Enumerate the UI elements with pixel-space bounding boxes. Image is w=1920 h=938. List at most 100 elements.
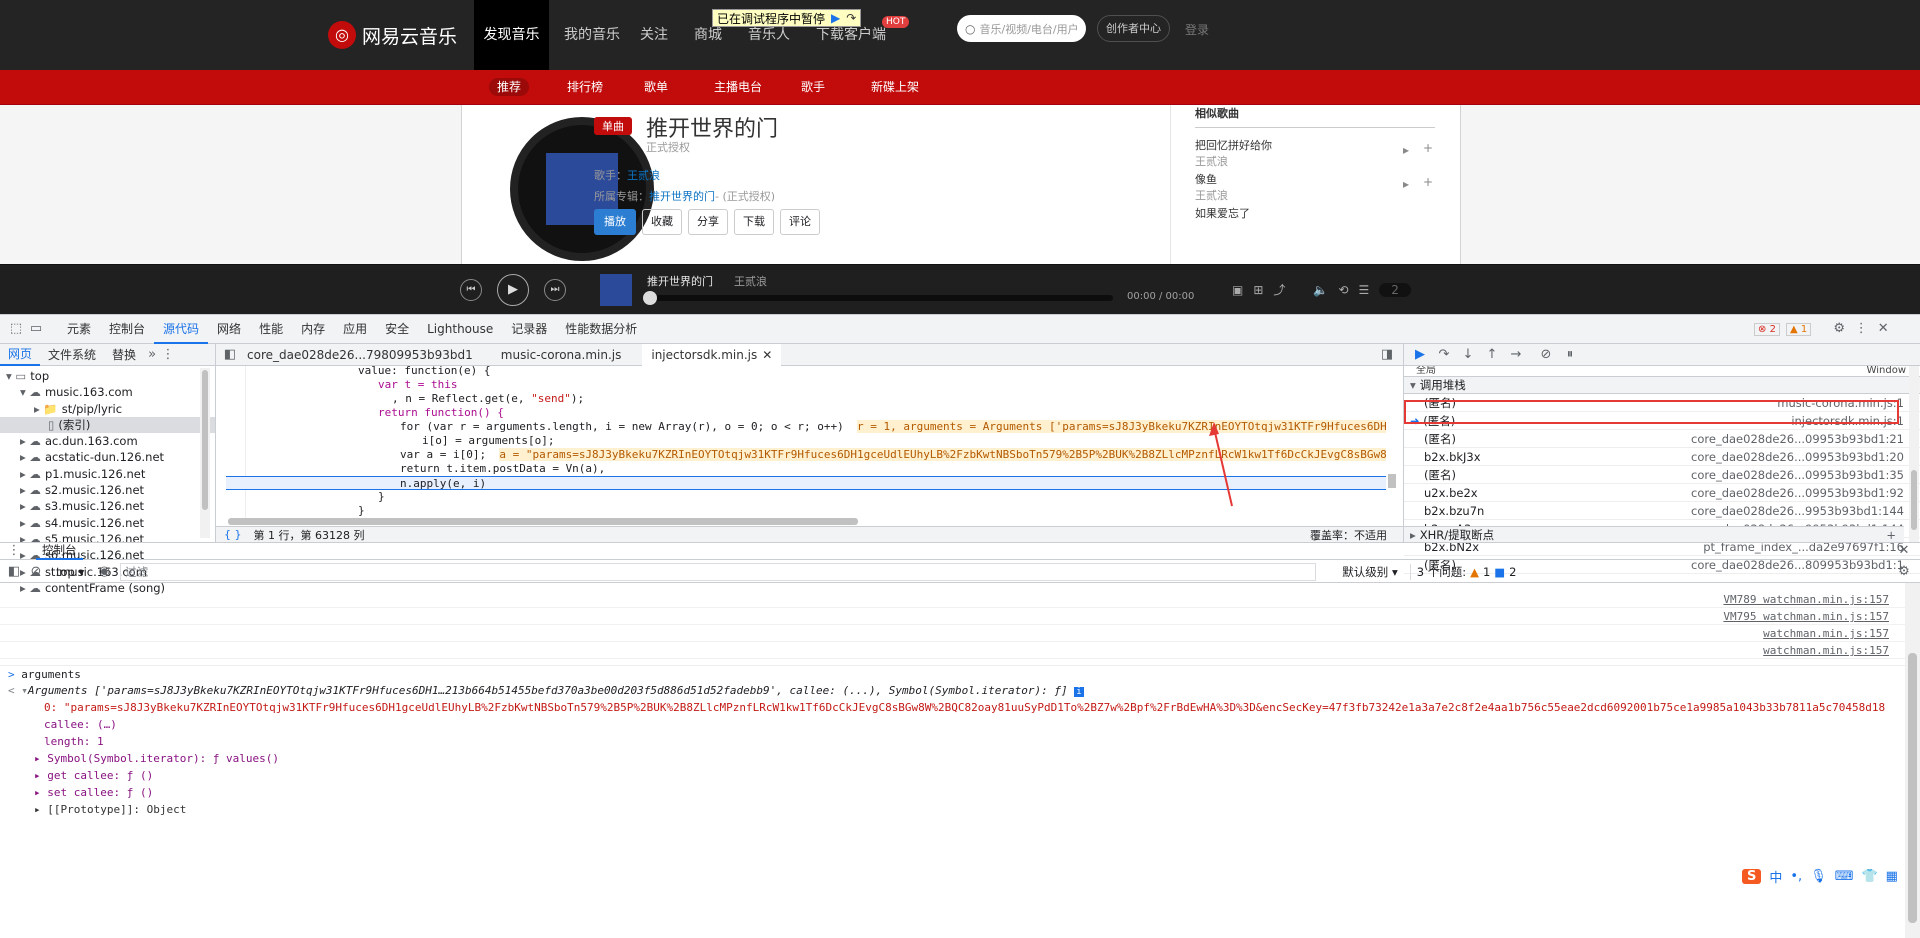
microphone-icon[interactable]: 🎙 — [1810, 869, 1827, 884]
share-icon[interactable]: ⤴ — [1273, 281, 1285, 298]
navigator-scrollbar[interactable] — [200, 368, 210, 538]
comment-button[interactable]: 评论 — [780, 209, 820, 235]
arguments-symbol-iterator[interactable]: ▸ Symbol(Symbol.iterator): ƒ values() — [0, 750, 1905, 767]
console-input-line[interactable]: > arguments — [0, 665, 1905, 682]
callstack-frame[interactable]: (匿名) core_dae028de26...09953b93bd1:35 — [1404, 466, 1920, 484]
add-icon[interactable]: + — [1423, 175, 1433, 189]
scope-global-row[interactable]: 全局 Window — [1404, 366, 1920, 376]
log-level-selector[interactable]: 默认级别 ▾ — [1342, 564, 1397, 580]
subnav-radio[interactable]: 主播电台 — [714, 70, 762, 105]
frame-location[interactable]: core_dae028de26...9953b93bd1:144 — [1691, 502, 1904, 519]
more-options-icon[interactable]: ⋮ — [1853, 321, 1869, 337]
step-over-icon[interactable]: ↷ — [846, 11, 856, 25]
tab-network[interactable]: 网络 — [208, 314, 250, 344]
tree-item[interactable]: ▯ (索引) — [0, 416, 215, 434]
tab-performance-insights[interactable]: 性能数据分析 — [556, 314, 646, 344]
tab-application[interactable]: 应用 — [334, 314, 376, 344]
tab-security[interactable]: 安全 — [376, 314, 418, 344]
file-tab-core[interactable]: core_dae028de26...79809953b93bd1 — [238, 344, 482, 366]
next-track-icon[interactable]: ⏭ — [544, 279, 566, 301]
callstack-frame[interactable]: (匿名) core_dae028de26...09953b93bd1:21 — [1404, 430, 1920, 448]
console-settings-icon[interactable]: ⚙ — [1896, 564, 1912, 580]
frame-location[interactable]: core_dae028de26...09953b93bd1:35 — [1691, 466, 1904, 483]
topnav-discover[interactable]: 发现音乐 — [474, 0, 549, 70]
tab-elements[interactable]: 元素 — [58, 314, 100, 344]
collect-button[interactable]: 收藏 — [642, 209, 682, 235]
console-sidebar-icon[interactable]: ◧ — [6, 564, 22, 580]
more-tabs-icon[interactable]: » — [144, 347, 160, 363]
console-result-head[interactable]: < ▾Arguments ['params=sJ8J3yBkeku7KZRInE… — [0, 682, 1905, 699]
file-tab-music-corona[interactable]: music-corona.min.js — [492, 344, 631, 366]
clear-console-icon[interactable]: ⊘ — [28, 564, 44, 580]
nav-tab-filesystem[interactable]: 文件系统 — [40, 344, 104, 366]
arguments-set-callee[interactable]: ▸ set callee: ƒ () — [0, 784, 1905, 801]
play-icon[interactable]: ▸ — [1403, 143, 1409, 157]
progress-track[interactable] — [643, 291, 1113, 305]
keyboard-icon[interactable]: ⌨ — [1835, 869, 1854, 884]
step-icon[interactable]: → — [1508, 347, 1524, 363]
file-tab-injectorsdk[interactable]: injectorsdk.min.js ✕ — [642, 343, 782, 366]
arguments-prototype[interactable]: ▸ [[Prototype]]: Object — [0, 801, 1905, 818]
step-out-icon[interactable]: ↑ — [1484, 347, 1500, 363]
settings-gear-icon[interactable]: ⚙ — [1831, 321, 1847, 337]
tree-item[interactable]: ▸ 📁 st/pip/lyric — [0, 401, 215, 417]
download-button[interactable]: 下载 — [734, 209, 774, 235]
callstack-frame[interactable]: b2x.bkJ3x core_dae028de26...09953b93bd1:2… — [1404, 448, 1920, 466]
tree-item[interactable]: ▸ ☁ s2.music.126.net — [0, 482, 215, 498]
editor-vertical-scrollbar[interactable] — [1388, 366, 1400, 518]
picture-in-picture-icon[interactable]: ▣ — [1232, 283, 1243, 297]
close-drawer-icon[interactable]: ✕ — [1896, 543, 1912, 559]
play-pause-icon[interactable]: ▶ — [497, 274, 529, 306]
step-over-icon[interactable]: ↷ — [1436, 347, 1452, 363]
step-into-icon[interactable]: ↓ — [1460, 347, 1476, 363]
context-selector[interactable]: top ▾ — [56, 565, 84, 579]
collect-icon[interactable]: ⊞ — [1253, 283, 1263, 297]
navigator-scrollbar-thumb[interactable] — [202, 370, 208, 510]
play-icon[interactable]: ▸ — [1403, 177, 1409, 191]
frame-location[interactable]: core_dae028de26...09953b93bd1:20 — [1691, 448, 1904, 465]
similar-item[interactable]: 如果爱忘了 — [1195, 205, 1435, 221]
similar-item[interactable]: 把回忆拼好给你 王贰浪 ▸ + — [1195, 137, 1435, 169]
callstack-header[interactable]: ▾ 调用堆栈 — [1404, 376, 1920, 394]
volume-icon[interactable]: 🔈 — [1313, 283, 1328, 297]
topnav-my-music[interactable]: 我的音乐 — [564, 0, 620, 70]
tab-console[interactable]: 控制台 — [100, 314, 154, 344]
callstack-frame[interactable]: u2x.be2x core_dae028de26...09953b93bd1:92 — [1404, 484, 1920, 502]
issues-counter[interactable]: 3 个问题: ▲ 1 ■ 2 — [1409, 563, 1523, 580]
pretty-print-icon[interactable]: { } — [224, 528, 242, 541]
logo[interactable]: ◎ 网易云音乐 — [328, 16, 457, 54]
callstack-frame[interactable]: b2x.bzu7n core_dae028de26...9953b93bd1:14… — [1404, 502, 1920, 520]
tree-item[interactable]: ▸ ☁ ac.dun.163.com — [0, 433, 215, 449]
arguments-item-0[interactable]: 0: "params=sJ8J3yBkeku7KZRInEOYTOtqjw31K… — [0, 699, 1905, 716]
toggle-debugger-icon[interactable]: ◨ — [1379, 347, 1395, 363]
tree-item[interactable]: ▸ ☁ s4.music.126.net — [0, 515, 215, 531]
tree-item[interactable]: ▾ ☁ music.163.com — [0, 384, 215, 400]
share-button[interactable]: 分享 — [688, 209, 728, 235]
console-scrollbar-thumb[interactable] — [1908, 653, 1917, 923]
frame-location[interactable]: core_dae028de26...09953b93bd1:21 — [1691, 430, 1904, 447]
inspect-element-icon[interactable]: ⬚ — [8, 321, 24, 337]
debugger-scrollbar[interactable] — [1909, 366, 1919, 542]
tree-item[interactable]: ▸ ☁ p1.music.126.net — [0, 466, 215, 482]
punctuation-icon[interactable]: •, — [1790, 869, 1802, 884]
skin-icon[interactable]: 👕 — [1861, 869, 1877, 884]
player-cover[interactable] — [600, 274, 632, 306]
editor-horizontal-scrollbar[interactable] — [216, 518, 1403, 526]
login-link[interactable]: 登录 — [1185, 21, 1209, 38]
playlist-icon[interactable]: ☰ — [1358, 283, 1369, 297]
player-song-title[interactable]: 推开世界的门 — [647, 273, 713, 289]
live-expression-eye-icon[interactable]: ◉ — [96, 564, 112, 580]
xhr-breakpoints-header[interactable]: ▸ XHR/提取断点 + — [1404, 526, 1904, 542]
horizontal-scrollbar-thumb[interactable] — [228, 518, 858, 525]
ime-language[interactable]: 中 — [1769, 867, 1782, 886]
console-source-link[interactable]: watchman.min.js:157 — [1763, 644, 1889, 657]
close-tab-icon[interactable]: ✕ — [762, 348, 772, 362]
console-scrollbar[interactable] — [1905, 583, 1920, 938]
similar-item[interactable]: 像鱼 王贰浪 ▸ + — [1195, 171, 1435, 203]
nav-tab-overrides[interactable]: 替换 — [104, 344, 144, 366]
console-source-link[interactable]: VM795 watchman.min.js:157 — [1723, 610, 1889, 623]
tab-recorder[interactable]: 记录器 — [502, 314, 556, 344]
debugger-scrollbar-thumb[interactable] — [1911, 470, 1917, 530]
navigator-menu-icon[interactable]: ⋮ — [160, 347, 176, 363]
drawer-menu-icon[interactable]: ⋮ — [6, 543, 22, 559]
